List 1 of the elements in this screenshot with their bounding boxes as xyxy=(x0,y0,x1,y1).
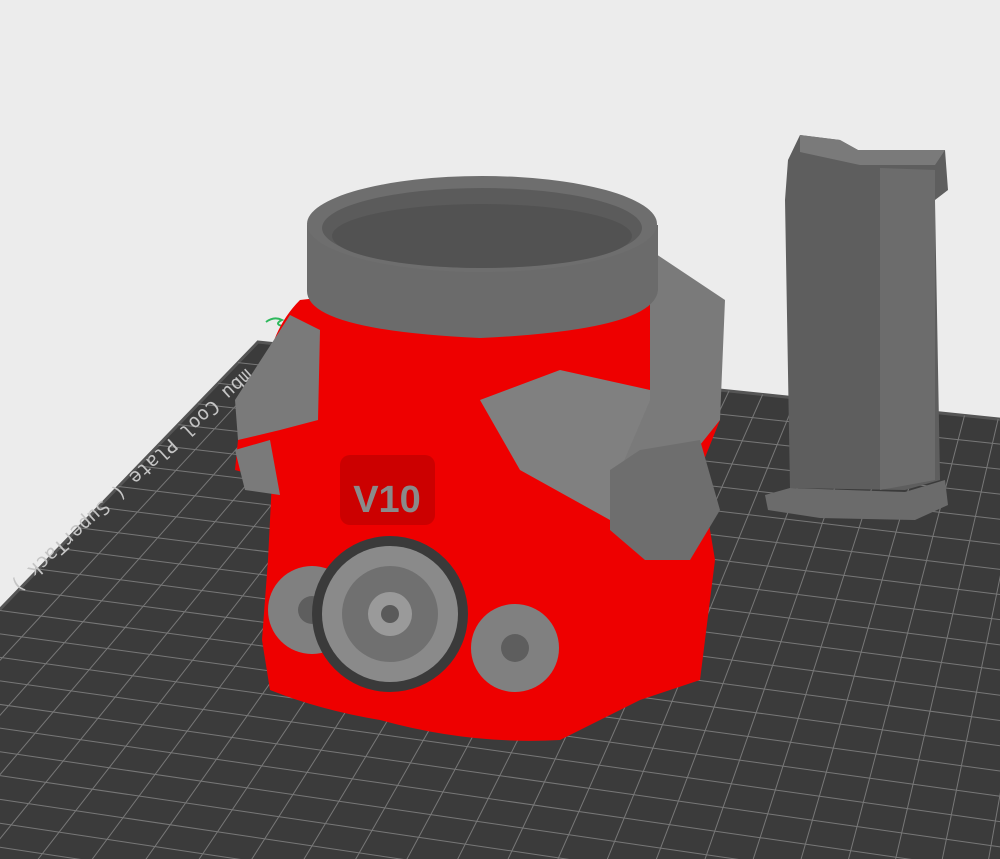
axis-icon xyxy=(265,317,283,327)
